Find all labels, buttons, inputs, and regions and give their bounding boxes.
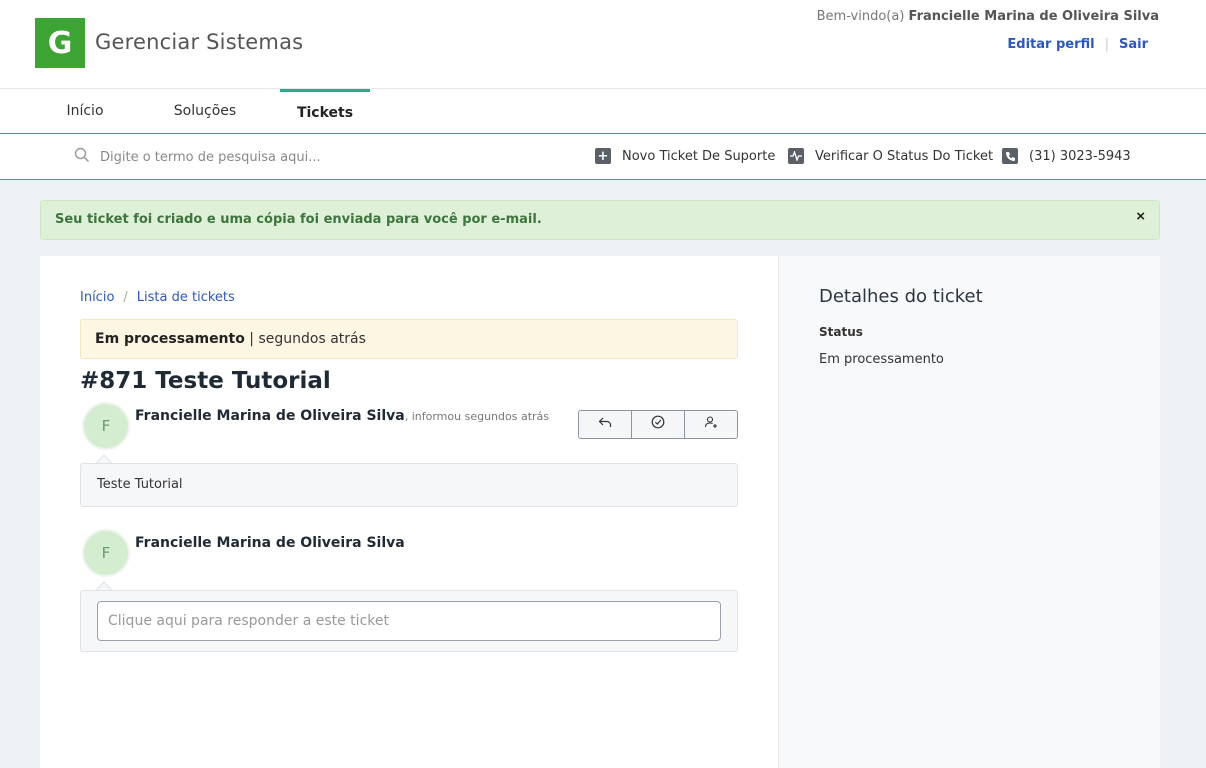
brand-name: Gerenciar Sistemas bbox=[95, 30, 304, 54]
logo-letter: G bbox=[47, 25, 73, 61]
welcome-text: Bem-vindo(a) Francielle Marina de Olivei… bbox=[817, 9, 1159, 24]
reply-icon bbox=[598, 415, 612, 434]
resolve-button[interactable] bbox=[632, 411, 685, 438]
assign-button[interactable] bbox=[685, 411, 737, 438]
details-title: Detalhes do ticket bbox=[819, 286, 983, 307]
success-alert: Seu ticket foi criado e uma cópia foi en… bbox=[40, 200, 1160, 240]
edit-profile-link[interactable]: Editar perfil bbox=[1007, 37, 1094, 52]
reply-button[interactable] bbox=[579, 411, 632, 438]
profile-links: Editar perfil | Sair bbox=[1007, 37, 1148, 52]
ticket-status-bar: Em processamento | segundos atrás bbox=[80, 319, 738, 359]
phone-link[interactable]: (31) 3023-5943 bbox=[1002, 146, 1131, 166]
profile-link-separator: | bbox=[1104, 37, 1109, 52]
pulse-icon bbox=[788, 148, 804, 164]
post-actions bbox=[578, 410, 738, 439]
ticket-title: #871 Teste Tutorial bbox=[80, 368, 331, 394]
avatar: F bbox=[82, 529, 130, 577]
post-meta: , informou segundos atrás bbox=[404, 410, 549, 423]
plus-square-icon: + bbox=[595, 148, 611, 164]
logout-link[interactable]: Sair bbox=[1119, 37, 1148, 52]
alert-message: Seu ticket foi criado e uma cópia foi en… bbox=[55, 212, 542, 227]
reply-author: Francielle Marina de Oliveira Silva bbox=[135, 535, 405, 551]
reply-input[interactable] bbox=[97, 601, 721, 641]
search-input[interactable] bbox=[100, 146, 460, 168]
ticket-details-panel: Detalhes do ticket Status Em processamen… bbox=[779, 256, 1160, 768]
phone-label: (31) 3023-5943 bbox=[1029, 148, 1131, 164]
user-assign-icon bbox=[704, 415, 718, 434]
details-status-value: Em processamento bbox=[819, 352, 944, 367]
tab-tickets[interactable]: Tickets bbox=[280, 89, 370, 133]
top-header: G Gerenciar Sistemas Bem-vindo(a) Franci… bbox=[0, 0, 1206, 89]
phone-icon bbox=[1002, 148, 1018, 164]
status-label: Em processamento bbox=[95, 331, 245, 347]
breadcrumb-home[interactable]: Início bbox=[80, 290, 114, 305]
close-icon[interactable]: × bbox=[1136, 208, 1145, 225]
check-circle-icon bbox=[651, 415, 665, 434]
details-status-label: Status bbox=[819, 325, 863, 339]
status-separator: | bbox=[249, 331, 255, 347]
welcome-prefix: Bem-vindo(a) bbox=[816, 9, 905, 24]
main-nav: Início Soluções Tickets bbox=[0, 89, 1206, 134]
new-ticket-label: Novo Ticket De Suporte bbox=[622, 148, 776, 164]
ticket-panel: Início / Lista de tickets Em processamento… bbox=[40, 256, 779, 768]
post-author-name: Francielle Marina de Oliveira Silva bbox=[135, 408, 405, 424]
reply-box bbox=[80, 590, 738, 652]
check-status-label: Verificar O Status Do Ticket bbox=[815, 148, 994, 164]
post-author: Francielle Marina de Oliveira Silva, inf… bbox=[135, 408, 549, 424]
avatar: F bbox=[82, 402, 130, 450]
post-message: Teste Tutorial bbox=[80, 463, 738, 507]
new-ticket-link[interactable]: + Novo Ticket De Suporte bbox=[595, 146, 775, 166]
brand-logo[interactable]: G bbox=[35, 18, 85, 68]
tab-solucoes[interactable]: Soluções bbox=[160, 89, 250, 133]
status-time: segundos atrás bbox=[258, 331, 366, 347]
user-name: Francielle Marina de Oliveira Silva bbox=[908, 9, 1159, 24]
breadcrumb: Início / Lista de tickets bbox=[80, 290, 235, 305]
breadcrumb-ticket-list[interactable]: Lista de tickets bbox=[137, 290, 235, 305]
search-bar: + Novo Ticket De Suporte Verificar O Sta… bbox=[0, 134, 1206, 180]
tab-inicio[interactable]: Início bbox=[40, 89, 130, 133]
breadcrumb-separator: / bbox=[123, 290, 128, 305]
check-status-link[interactable]: Verificar O Status Do Ticket bbox=[788, 146, 993, 166]
search-icon bbox=[74, 147, 90, 168]
